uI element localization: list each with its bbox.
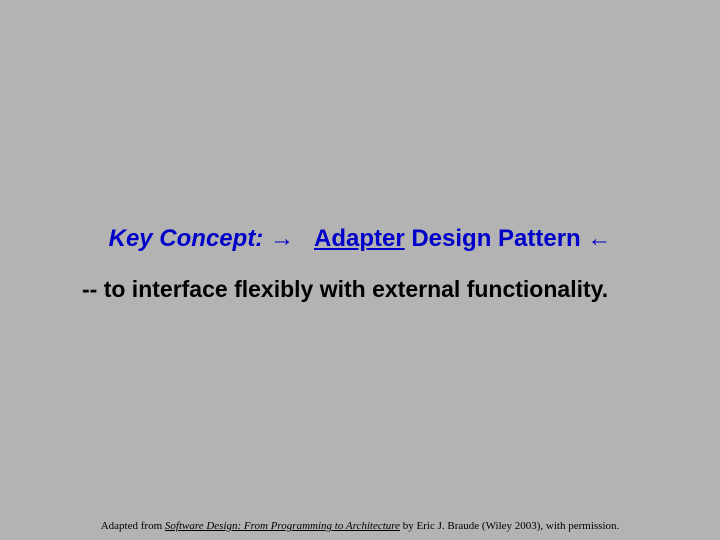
slide: Key Concept: → Adapter Design Pattern ← … [0,0,720,540]
title-spacer [301,225,308,252]
footer-suffix: by Eric J. Braude (Wiley 2003), with per… [400,520,619,532]
key-concept-label: Key Concept: [109,225,264,252]
footer-prefix: Adapted from [101,520,165,532]
arrow-right-icon: → [270,225,294,252]
footer-book-title: Software Design: From Programming to Arc… [165,520,400,532]
slide-body: -- to interface flexibly with external f… [82,275,640,304]
slide-footer: Adapted from Software Design: From Progr… [0,520,720,532]
pattern-name: Adapter [314,225,405,252]
arrow-left-icon: ← [587,225,611,252]
slide-title: Key Concept: → Adapter Design Pattern ← [0,225,720,253]
pattern-suffix: Design Pattern [411,225,580,252]
